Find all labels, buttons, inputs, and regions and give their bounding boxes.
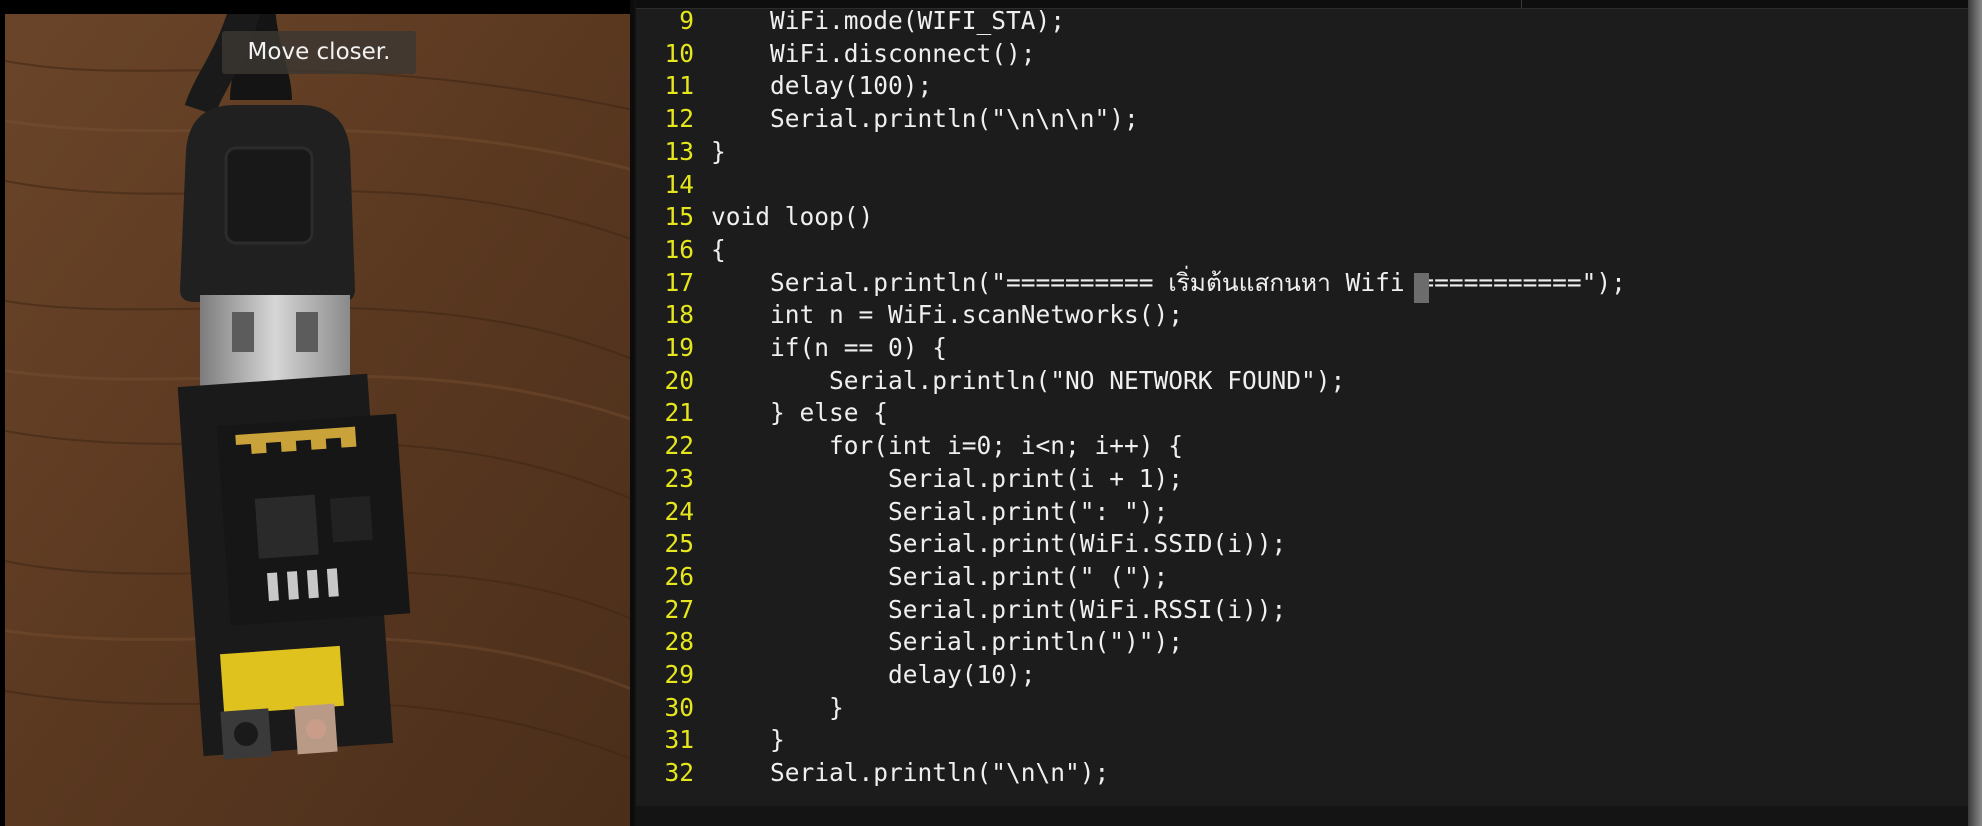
code-line[interactable]: 10 WiFi.disconnect(); xyxy=(636,37,1966,70)
code-line[interactable]: 26 Serial.print(" ("); xyxy=(636,560,1966,593)
code-line[interactable]: 16 { xyxy=(636,233,1966,266)
code-text[interactable]: } xyxy=(711,691,844,724)
line-number: 23 xyxy=(664,463,694,493)
text-cursor xyxy=(1414,273,1429,303)
line-number: 14 xyxy=(664,169,694,199)
line-number: 24 xyxy=(664,496,694,526)
line-number: 25 xyxy=(664,529,694,559)
camera-right-edge xyxy=(630,0,634,826)
camera-left-edge xyxy=(0,14,5,826)
line-number: 22 xyxy=(664,431,694,461)
code-line[interactable]: 29 delay(10); xyxy=(636,658,1966,691)
line-number: 12 xyxy=(664,104,694,134)
code-line[interactable]: 18 int n = WiFi.scanNetworks(); xyxy=(636,298,1966,331)
code-text[interactable]: Serial.print(i + 1); xyxy=(711,462,1183,495)
code-line[interactable]: 32 Serial.println("\n\n"); xyxy=(636,756,1966,789)
line-number: 20 xyxy=(664,365,694,395)
code-text[interactable]: WiFi.mode(WIFI_STA); xyxy=(711,4,1065,37)
code-text[interactable]: Serial.print(": "); xyxy=(711,495,1168,528)
line-number: 27 xyxy=(664,594,694,624)
code-line[interactable]: 11 delay(100); xyxy=(636,69,1966,102)
code-text[interactable]: int n = WiFi.scanNetworks(); xyxy=(711,298,1183,331)
code-text[interactable]: Serial.println("========== เริ่มต้นแสกนห… xyxy=(711,266,1626,299)
line-number: 9 xyxy=(679,6,694,35)
code-line[interactable]: 20 Serial.println("NO NETWORK FOUND"); xyxy=(636,364,1966,397)
line-number: 15 xyxy=(664,202,694,232)
code-line[interactable]: 17 Serial.println("========== เริ่มต้นแส… xyxy=(636,266,1966,299)
line-number: 26 xyxy=(664,561,694,591)
code-text[interactable]: Serial.println(")"); xyxy=(711,625,1183,658)
code-text[interactable]: delay(100); xyxy=(711,69,932,102)
code-text[interactable]: { xyxy=(711,233,726,266)
line-number: 17 xyxy=(664,267,694,297)
code-text[interactable]: Serial.println("\n\n"); xyxy=(711,756,1109,789)
code-editor[interactable]: 9 WiFi.mode(WIFI_STA); 10 WiFi.disconnect… xyxy=(636,0,1982,826)
code-line[interactable]: 24 Serial.print(": "); xyxy=(636,495,1966,528)
code-text[interactable]: if(n == 0) { xyxy=(711,331,947,364)
code-text[interactable]: } else { xyxy=(711,396,888,429)
line-number: 32 xyxy=(664,758,694,788)
code-line[interactable]: 31 } xyxy=(636,723,1966,756)
code-text[interactable]: Serial.println("NO NETWORK FOUND"); xyxy=(711,364,1345,397)
code-text[interactable]: } xyxy=(711,723,785,756)
code-line[interactable]: 15 void loop() xyxy=(636,200,1966,233)
code-line[interactable]: 13} xyxy=(636,135,1966,168)
window-edge xyxy=(1968,0,1982,826)
camera-hint: Move closer. xyxy=(222,31,416,74)
camera-top-bar xyxy=(0,0,634,14)
code-text[interactable]: Serial.print(WiFi.RSSI(i)); xyxy=(711,593,1286,626)
code-text[interactable]: void loop() xyxy=(711,200,873,233)
line-number: 10 xyxy=(664,38,694,68)
code-line[interactable]: 30 } xyxy=(636,691,1966,724)
line-number: 28 xyxy=(664,627,694,657)
code-line[interactable]: 21 } else { xyxy=(636,396,1966,429)
camera-photo xyxy=(0,0,634,826)
code-line[interactable]: 27 Serial.print(WiFi.RSSI(i)); xyxy=(636,593,1966,626)
code-line[interactable]: 12 Serial.println("\n\n\n"); xyxy=(636,102,1966,135)
line-number: 29 xyxy=(664,660,694,689)
line-number: 18 xyxy=(664,300,694,330)
code-line[interactable]: 25 Serial.print(WiFi.SSID(i)); xyxy=(636,527,1966,560)
code-line[interactable]: 23 Serial.print(i + 1); xyxy=(636,462,1966,495)
code-line[interactable]: 14 xyxy=(636,168,1966,201)
code-text[interactable]: Serial.println("\n\n\n"); xyxy=(711,102,1139,135)
code-text[interactable]: delay(10); xyxy=(711,658,1036,691)
line-number: 16 xyxy=(664,234,694,264)
line-number: 13 xyxy=(664,136,694,166)
code-text[interactable]: WiFi.disconnect(); xyxy=(711,37,1036,70)
code-line[interactable]: 22 for(int i=0; i<n; i++) { xyxy=(636,429,1966,462)
code-text[interactable]: } xyxy=(711,135,726,168)
line-number: 21 xyxy=(664,398,694,428)
line-number: 30 xyxy=(664,692,694,722)
code-line[interactable]: 19 if(n == 0) { xyxy=(636,331,1966,364)
code-line[interactable]: 28 Serial.println(")"); xyxy=(636,625,1966,658)
editor-bottom-edge xyxy=(636,806,1968,826)
line-number: 11 xyxy=(664,71,694,101)
camera-preview: Move closer. xyxy=(0,0,634,826)
line-number: 31 xyxy=(664,725,694,755)
code-line[interactable]: 9 WiFi.mode(WIFI_STA); xyxy=(636,4,1966,37)
code-text[interactable]: Serial.print(WiFi.SSID(i)); xyxy=(711,527,1286,560)
line-number: 19 xyxy=(664,333,694,362)
code-text[interactable]: Serial.print(" ("); xyxy=(711,560,1168,593)
code-text[interactable]: for(int i=0; i<n; i++) { xyxy=(711,429,1183,462)
